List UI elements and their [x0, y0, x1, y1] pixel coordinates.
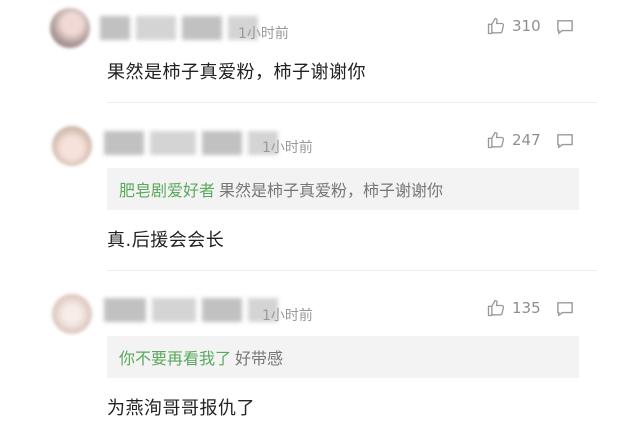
like-count: 310: [512, 17, 541, 35]
comment-text: 真.后援会会长: [107, 230, 225, 251]
comment-time: 1小时前: [262, 140, 313, 156]
quoted-text: 果然是柿子真爱粉，柿子谢谢你: [219, 181, 444, 200]
divider: [107, 270, 597, 271]
divider: [107, 102, 597, 103]
comment-time: 1小时前: [238, 26, 289, 42]
avatar[interactable]: [52, 294, 92, 334]
like-button[interactable]: 310: [486, 16, 541, 36]
comment-icon[interactable]: [556, 301, 574, 317]
comment-icon[interactable]: [556, 19, 574, 35]
like-button[interactable]: 135: [486, 298, 541, 318]
quoted-username[interactable]: 你不要再看我了: [119, 345, 231, 369]
thumbs-up-icon: [487, 299, 505, 317]
comment-text: 为燕洵哥哥报仇了: [107, 398, 255, 419]
avatar[interactable]: [52, 126, 92, 166]
username-blurred[interactable]: [104, 131, 278, 155]
avatar[interactable]: [50, 8, 90, 48]
comment-time: 1小时前: [262, 308, 313, 324]
quoted-text: 好带感: [235, 349, 284, 368]
like-count: 135: [512, 299, 541, 317]
username-blurred[interactable]: [104, 298, 278, 322]
quoted-username[interactable]: 肥皂剧爱好者: [119, 177, 215, 201]
comment-icon[interactable]: [556, 133, 574, 149]
quoted-reply[interactable]: 你不要再看我了 好带感: [107, 336, 579, 378]
like-button[interactable]: 247: [486, 130, 541, 150]
thumbs-up-icon: [487, 17, 505, 35]
comment-text: 果然是柿子真爱粉，柿子谢谢你: [107, 62, 366, 83]
thumbs-up-icon: [487, 131, 505, 149]
username-blurred[interactable]: [100, 16, 258, 40]
quoted-reply[interactable]: 肥皂剧爱好者 果然是柿子真爱粉，柿子谢谢你: [107, 168, 579, 210]
like-count: 247: [512, 131, 541, 149]
